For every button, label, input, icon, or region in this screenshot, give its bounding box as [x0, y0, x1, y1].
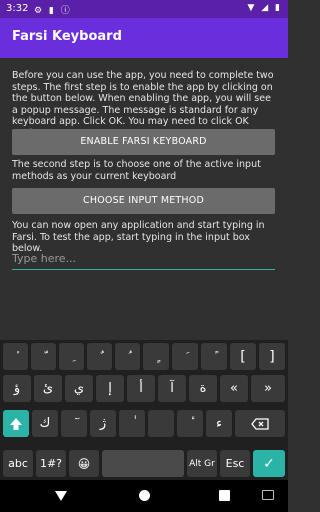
key[interactable]: ٔ: [3, 343, 28, 370]
key[interactable]: ٓ: [61, 410, 87, 437]
key[interactable]: ِ: [59, 343, 84, 370]
key[interactable]: إ: [96, 375, 124, 402]
key[interactable]: ي: [65, 375, 93, 402]
abc-key[interactable]: abc: [3, 450, 33, 477]
choose-input-method-button[interactable]: CHOOSE INPUT METHOD: [12, 188, 275, 214]
backspace-icon: [251, 417, 269, 430]
key[interactable]: ء: [206, 410, 232, 437]
key[interactable]: أ: [127, 375, 155, 402]
soft-keyboard: ٔ ّ ِ ٌ ُ ٍ َ ً [ ] ؤ ئ ي إ أ آ ة « » ك …: [0, 340, 288, 480]
app-title: Farsi Keyboard: [12, 29, 122, 44]
altgr-key[interactable]: Alt Gr: [187, 450, 217, 477]
space-key[interactable]: [102, 450, 184, 477]
key[interactable]: آ: [158, 375, 186, 402]
keyboard-switch-icon[interactable]: [262, 490, 274, 500]
key[interactable]: ٌ: [87, 343, 112, 370]
shift-key[interactable]: [3, 410, 29, 437]
home-icon[interactable]: [139, 490, 150, 501]
key[interactable]: ‌: [148, 410, 174, 437]
navigation-bar: [0, 480, 288, 512]
instructions-step2: The second step is to choose one of the …: [12, 159, 261, 182]
key[interactable]: ژ: [90, 410, 116, 437]
enable-keyboard-button[interactable]: ENABLE FARSI KEYBOARD: [12, 129, 275, 155]
key[interactable]: ً: [201, 343, 227, 370]
key[interactable]: »: [251, 375, 285, 402]
status-time: 3:32: [6, 3, 29, 14]
status-bar: 3:32 ⚙ ▮ ⓘ ▼ ◢ ▮: [0, 0, 288, 18]
key[interactable]: ٍ: [143, 343, 169, 370]
key[interactable]: ك: [32, 410, 58, 437]
key[interactable]: ّ: [31, 343, 56, 370]
key[interactable]: َ: [172, 343, 198, 370]
key[interactable]: ئ: [34, 375, 62, 402]
key[interactable]: «: [220, 375, 248, 402]
backspace-key[interactable]: [235, 410, 285, 437]
key[interactable]: [: [230, 343, 256, 370]
main-content: Before you can use the app, you need to …: [0, 58, 288, 340]
app-bar: Farsi Keyboard: [0, 18, 288, 58]
shift-arrow-icon: [10, 417, 22, 430]
esc-key[interactable]: Esc: [220, 450, 250, 477]
emoji-key[interactable]: 😀: [69, 450, 99, 477]
recent-apps-icon[interactable]: [219, 490, 230, 501]
symbols-key[interactable]: 1#?: [36, 450, 66, 477]
key[interactable]: ؤ: [3, 375, 31, 402]
key[interactable]: ]: [259, 343, 285, 370]
test-input-field[interactable]: Type here...: [12, 250, 275, 270]
key[interactable]: ٰ: [119, 410, 145, 437]
notification-icons: ⚙ ▮ ⓘ: [34, 6, 72, 16]
key[interactable]: ُ: [115, 343, 140, 370]
key[interactable]: ٔ: [177, 410, 203, 437]
enter-key[interactable]: ✓: [253, 450, 285, 477]
key[interactable]: ة: [189, 375, 217, 402]
back-icon[interactable]: [55, 491, 67, 501]
system-icons: ▼ ◢ ▮: [247, 3, 282, 13]
